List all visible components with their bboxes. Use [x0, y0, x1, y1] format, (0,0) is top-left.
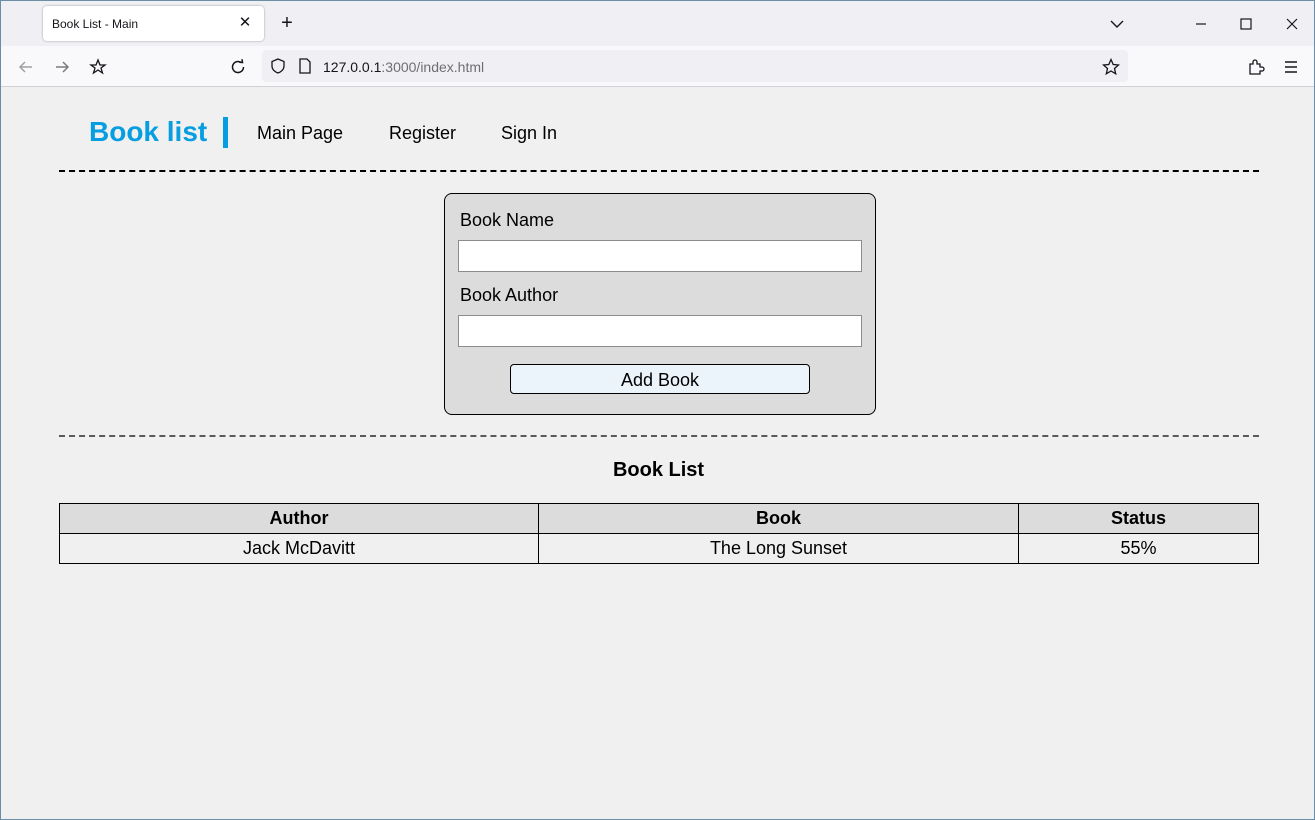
back-arrow-icon[interactable]: [12, 53, 40, 81]
column-header-author: Author: [59, 503, 539, 534]
forward-arrow-icon[interactable]: [48, 53, 76, 81]
brand-logo[interactable]: Book list: [89, 116, 207, 148]
cell-book: The Long Sunset: [538, 533, 1019, 564]
tab-book-list[interactable]: Book List - Main ✕: [43, 6, 264, 41]
cell-author: Jack McDavitt: [59, 533, 539, 564]
extensions-icon[interactable]: [1242, 53, 1270, 81]
home-icon[interactable]: [84, 53, 112, 81]
nav-link-sign-in[interactable]: Sign In: [501, 123, 557, 144]
cell-status: 55%: [1018, 533, 1259, 564]
url-bar[interactable]: 127.0.0.1:3000/index.html: [262, 50, 1128, 82]
form-divider: [59, 435, 1259, 437]
close-window-icon[interactable]: [1277, 9, 1307, 39]
page-icon: [299, 58, 311, 74]
add-book-button[interactable]: Add Book: [510, 364, 810, 394]
list-all-tabs-icon[interactable]: [1105, 13, 1129, 35]
url-host: 127.0.0.1: [323, 59, 382, 75]
menu-icon[interactable]: [1277, 53, 1305, 81]
minimize-icon[interactable]: [1186, 9, 1216, 39]
nav-link-register[interactable]: Register: [389, 123, 456, 144]
url-text[interactable]: 127.0.0.1:3000/index.html: [323, 59, 484, 75]
maximize-icon[interactable]: [1231, 9, 1261, 39]
column-header-status: Status: [1018, 503, 1259, 534]
tab-title: Book List - Main: [52, 17, 139, 31]
tab-bar: Book List - Main ✕ +: [1, 1, 1314, 46]
new-tab-icon[interactable]: +: [275, 12, 299, 36]
url-path: :3000/index.html: [381, 59, 485, 75]
book-name-input[interactable]: [458, 240, 862, 272]
book-author-label: Book Author: [460, 285, 559, 305]
nav-link-main-page[interactable]: Main Page: [257, 123, 343, 144]
header-divider: [59, 170, 1259, 172]
browser-window: Book List - Main ✕ + 127.0.0.1:3000/inde…: [0, 0, 1315, 820]
book-list-title: Book List: [612, 459, 705, 481]
table-row: Jack McDavitt The Long Sunset 55%: [59, 533, 1259, 564]
reload-icon[interactable]: [224, 53, 252, 81]
book-name-label: Book Name: [460, 210, 555, 230]
brand-divider: [223, 117, 228, 148]
add-book-form: Book Name Book Author Add Book: [444, 193, 876, 415]
shield-icon[interactable]: [270, 58, 286, 74]
table-header-row: Author Book Status: [59, 503, 1259, 534]
book-author-input[interactable]: [458, 315, 862, 347]
book-table: Author Book Status Jack McDavitt The Lon…: [59, 503, 1259, 564]
close-tab-icon[interactable]: ✕: [234, 12, 256, 34]
navigation-bar: 127.0.0.1:3000/index.html: [1, 46, 1314, 87]
bookmark-star-icon[interactable]: [1102, 58, 1120, 76]
column-header-book: Book: [538, 503, 1019, 534]
